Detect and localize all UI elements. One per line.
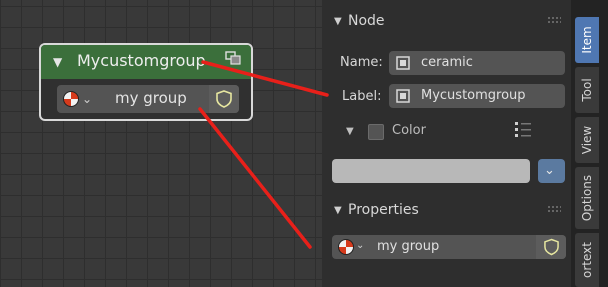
shield-icon <box>216 90 232 108</box>
chevron-down-icon[interactable]: ⌄ <box>82 92 92 106</box>
node-icon <box>396 89 410 103</box>
material-ball-icon <box>63 91 79 107</box>
color-checkbox[interactable] <box>368 124 384 140</box>
properties-section-title: Properties <box>348 202 419 218</box>
tab-tool[interactable]: Tool <box>575 67 599 113</box>
triangle-down-icon: ▼ <box>346 126 354 137</box>
tab-context-label: ortext <box>580 242 594 278</box>
label-field[interactable]: Mycustomgroup <box>389 84 565 108</box>
shield-icon <box>544 238 559 256</box>
tab-item-label: Item <box>580 26 594 54</box>
preset-list-icon[interactable] <box>514 120 532 138</box>
chevron-down-icon[interactable]: ⌄ <box>356 240 364 251</box>
node-icon <box>396 56 410 70</box>
triangle-down-icon[interactable]: ▼ <box>53 55 62 69</box>
group-datablock-field[interactable]: ⌄ my group <box>57 85 239 113</box>
fake-user-button[interactable] <box>209 85 239 113</box>
tab-tool-label: Tool <box>580 78 594 102</box>
group-node-title: Mycustomgroup <box>77 51 206 70</box>
triangle-down-icon: ▼ <box>334 16 342 27</box>
label-label: Label: <box>342 89 382 104</box>
label-value[interactable]: Mycustomgroup <box>421 88 526 103</box>
properties-datablock-name[interactable]: my group <box>377 239 439 254</box>
triangle-down-icon: ▼ <box>334 205 342 216</box>
color-swatch[interactable] <box>332 159 530 183</box>
fake-user-button[interactable] <box>536 235 566 259</box>
group-datablock-name[interactable]: my group <box>115 89 187 107</box>
drag-handle-icon[interactable] <box>547 16 561 24</box>
tab-view[interactable]: View <box>575 117 599 163</box>
group-node-header[interactable]: ▼ Mycustomgroup <box>41 45 251 79</box>
sidebar-panel: ▼ Node Name: ceramic Label: Mycustomgrou… <box>322 0 571 287</box>
node-group-icon[interactable] <box>225 51 241 65</box>
tab-context[interactable]: ortext <box>575 233 599 287</box>
name-label: Name: <box>340 55 383 70</box>
tab-options-label: Options <box>580 174 594 222</box>
drag-handle-icon[interactable] <box>547 205 561 213</box>
material-ball-icon <box>338 239 354 255</box>
node-editor: ▼ Mycustomgroup ⌄ my group ▼ Node Name: … <box>0 0 608 287</box>
color-label: Color <box>392 123 426 138</box>
tab-options[interactable]: Options <box>575 167 599 229</box>
node-section-title: Node <box>348 13 385 29</box>
tab-item[interactable]: Item <box>575 17 599 63</box>
tab-view-label: View <box>580 125 594 155</box>
name-field[interactable]: ceramic <box>389 51 565 75</box>
group-node[interactable]: ▼ Mycustomgroup ⌄ my group <box>39 43 253 121</box>
name-value[interactable]: ceramic <box>421 55 473 70</box>
color-presets-button[interactable]: ⌄ <box>538 159 565 183</box>
chevron-down-icon: ⌄ <box>544 163 555 178</box>
properties-datablock-field[interactable]: ⌄ my group <box>332 235 566 259</box>
sidebar-tabs: Item Tool View Options ortext <box>571 0 608 287</box>
